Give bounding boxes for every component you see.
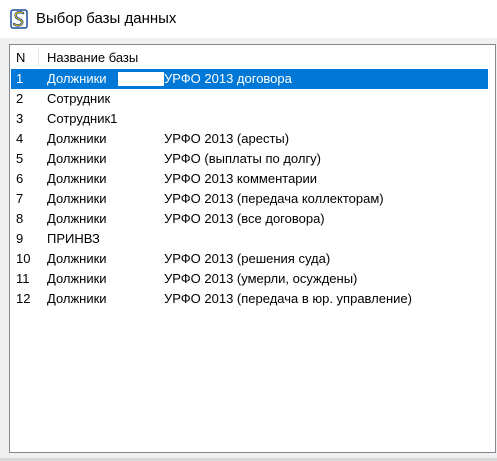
row-database-suffix: УРФО (выплаты по долгу) [164,151,322,166]
list-item[interactable]: 9 ПРИНВЗ [11,229,488,249]
column-header-n[interactable]: N [16,50,25,66]
title-bar[interactable]: Выбор базы данных [0,0,497,38]
row-database-suffix: УРФО 2013 договора [164,71,292,86]
window-title: Выбор базы данных [36,10,177,27]
row-database-suffix: УРФО 2013 (решения суда) [164,251,331,266]
row-database-name: Должники [47,271,107,286]
list-item[interactable]: 6 Должники УРФО 2013 комментарии [11,169,488,189]
row-database-name: Должники [47,211,107,226]
row-number: 3 [16,111,24,126]
row-number: 9 [16,231,24,246]
row-database-name: Должники [47,251,107,266]
row-number: 12 [16,291,31,306]
row-database-suffix: УРФО 2013 (аресты) [164,131,290,146]
row-database-suffix: УРФО 2013 (передача в юр. управление) [164,291,412,306]
database-list[interactable]: N Название базы 1 Должники УРФО 2013 догов… [9,44,496,453]
row-number: 6 [16,171,24,186]
row-number: 2 [16,91,24,106]
row-number: 1 [16,71,24,86]
list-item[interactable]: 8 Должники УРФО 2013 (все договора) [11,209,488,229]
column-separator[interactable] [38,47,39,66]
row-number: 10 [16,251,31,266]
row-database-name: ПРИНВЗ [47,231,100,246]
row-database-name: Сотрудник [47,91,111,106]
row-number: 7 [16,191,24,206]
list-item[interactable]: 1 Должники УРФО 2013 договора [11,69,488,89]
row-database-name: Должники [47,191,107,206]
list-header: N Название базы [10,45,495,69]
row-number: 4 [16,131,24,146]
list-item[interactable]: 7 Должники УРФО 2013 (передача коллекторам… [11,189,488,209]
row-database-name: Сотрудник1 [47,111,118,126]
row-database-name: Должники [47,171,107,186]
list-item[interactable]: 12 Должники УРФО 2013 (передача в юр. упра… [11,289,488,309]
row-database-suffix: УРФО 2013 (передача коллекторам) [164,191,384,206]
row-database-name: Должники [47,291,107,306]
database-selection-window: Выбор базы данных N Название базы 1 Должн… [0,0,497,461]
list-item[interactable]: 3 Сотрудник1 [11,109,488,129]
row-number: 5 [16,151,24,166]
list-item[interactable]: 5 Должники УРФО (выплаты по долгу) [11,149,488,169]
column-header-name[interactable]: Название базы [47,50,138,66]
redacted-region [118,72,164,86]
row-database-name: Должники [47,131,107,146]
list-item[interactable]: 11 Должники УРФО 2013 (умерли, осуждены) [11,269,488,289]
list-item[interactable]: 2 Сотрудник [11,89,488,109]
row-number: 8 [16,211,24,226]
row-number: 11 [16,271,30,286]
list-item[interactable]: 10 Должники УРФО 2013 (решения суда) [11,249,488,269]
row-database-suffix: УРФО 2013 (умерли, осуждены) [164,271,358,286]
row-database-suffix: УРФО 2013 (все договора) [164,211,325,226]
row-database-name: Должники [47,71,107,86]
row-database-suffix: УРФО 2013 комментарии [164,171,318,186]
list-item[interactable]: 4 Должники УРФО 2013 (аресты) [11,129,488,149]
row-database-name: Должники [47,151,107,166]
database-app-icon [10,9,28,29]
